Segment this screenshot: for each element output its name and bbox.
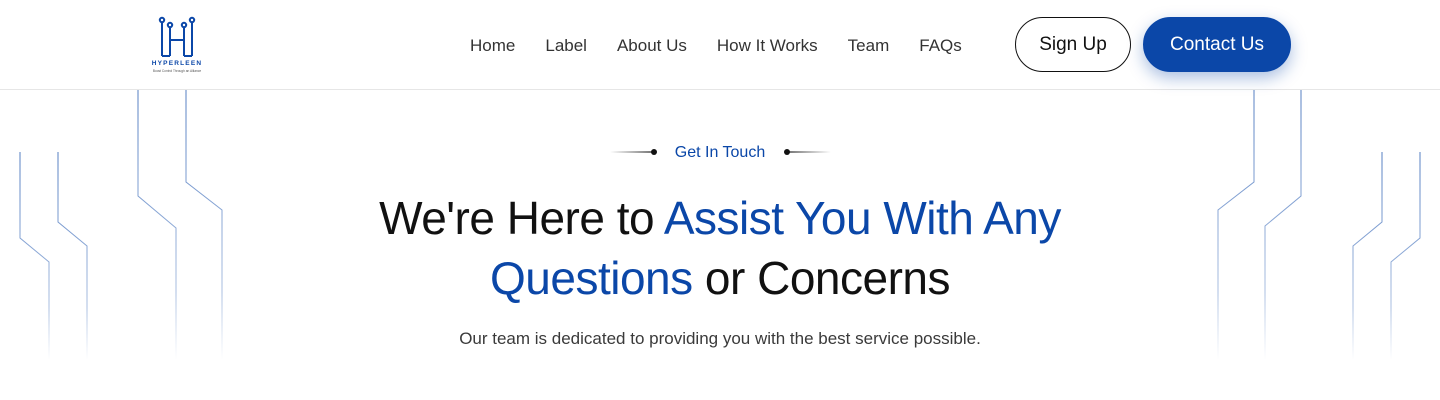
sign-up-button[interactable]: Sign Up <box>1015 17 1131 72</box>
nav-how-it-works[interactable]: How It Works <box>717 35 818 57</box>
nav-about-us[interactable]: About Us <box>617 35 687 57</box>
eyebrow-label: Get In Touch <box>674 144 766 161</box>
site-header: HYPERLEEN Boost Control Through an Allia… <box>0 0 1440 90</box>
hero-subtitle: Our team is dedicated to providing you w… <box>459 329 981 348</box>
logo-mark-icon <box>158 16 196 57</box>
brand-name: HYPERLEEN <box>151 60 203 67</box>
hero-headline: We're Here to Assist You With Any Questi… <box>0 188 1440 308</box>
brand-tagline: Boost Control Through an Alliance <box>152 69 202 73</box>
eyebrow-line-right-icon <box>784 149 831 155</box>
nav-team[interactable]: Team <box>848 35 890 57</box>
main-nav: Home Label About Us How It Works Team FA… <box>470 35 992 57</box>
headline-accent-2: Questions <box>490 252 693 304</box>
nav-faqs[interactable]: FAQs <box>919 35 962 57</box>
nav-home[interactable]: Home <box>470 35 515 57</box>
contact-us-button[interactable]: Contact Us <box>1143 17 1291 72</box>
headline-text-1: We're Here to <box>379 192 664 244</box>
headline-accent-1: Assist You With Any <box>663 192 1062 244</box>
nav-label[interactable]: Label <box>545 35 587 57</box>
brand-logo[interactable]: HYPERLEEN Boost Control Through an Allia… <box>146 14 208 76</box>
headline-text-2: or Concerns <box>692 252 951 304</box>
hero-section: Get In Touch We're Here to Assist You Wi… <box>0 90 1440 400</box>
